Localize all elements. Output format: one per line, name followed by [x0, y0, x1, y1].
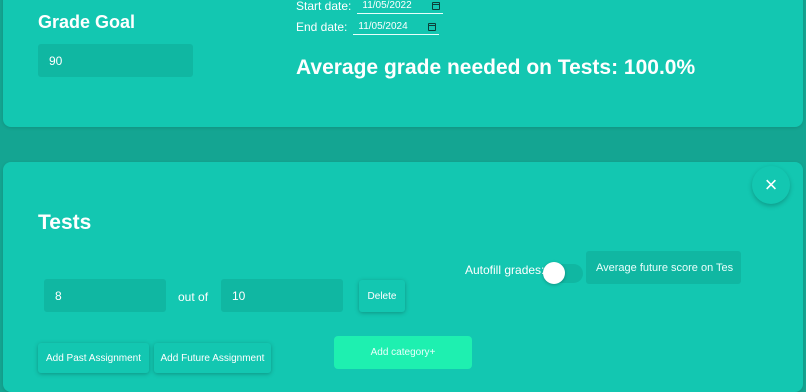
start-date-row: Start date: 11/05/2022: [296, 0, 444, 14]
end-date-value: 11/05/2024: [358, 21, 408, 32]
close-icon: ×: [764, 172, 778, 197]
add-past-assignment-button[interactable]: Add Past Assignment: [38, 343, 149, 373]
grade-goal-input[interactable]: 90: [38, 44, 193, 77]
average-needed-text: Average grade needed on Tests: 100.0%: [296, 56, 696, 79]
total-input[interactable]: 10: [221, 279, 343, 312]
grade-goal-card: Grade Goal 90 Start date: 11/05/2022 End…: [3, 0, 803, 127]
score-input[interactable]: 8: [44, 279, 166, 312]
start-date-value: 11/05/2022: [362, 0, 412, 11]
add-category-button[interactable]: Add category+: [334, 336, 472, 369]
out-of-label: out of: [178, 290, 209, 304]
start-date-label: Start date:: [296, 0, 352, 13]
calendar-icon[interactable]: [428, 22, 437, 31]
category-title: Tests: [38, 211, 92, 234]
grade-goal-title: Grade Goal: [38, 12, 136, 32]
delete-button[interactable]: Delete: [359, 280, 405, 312]
end-date-row: End date: 11/05/2024: [296, 19, 440, 35]
end-date-label: End date:: [296, 20, 348, 34]
add-future-assignment-button[interactable]: Add Future Assignment: [154, 343, 271, 373]
calendar-icon[interactable]: [432, 1, 441, 10]
autofill-label: Autofill grades:: [465, 263, 545, 277]
tests-category-card: × Tests 8 out of 10 Delete Autofill grad…: [3, 162, 803, 392]
close-category-button[interactable]: ×: [752, 166, 790, 204]
start-date-input[interactable]: 11/05/2022: [357, 0, 444, 14]
end-date-input[interactable]: 11/05/2024: [353, 19, 440, 35]
autofill-toggle-knob[interactable]: [543, 262, 565, 284]
average-future-score-input[interactable]: Average future score on Tes: [586, 251, 741, 284]
